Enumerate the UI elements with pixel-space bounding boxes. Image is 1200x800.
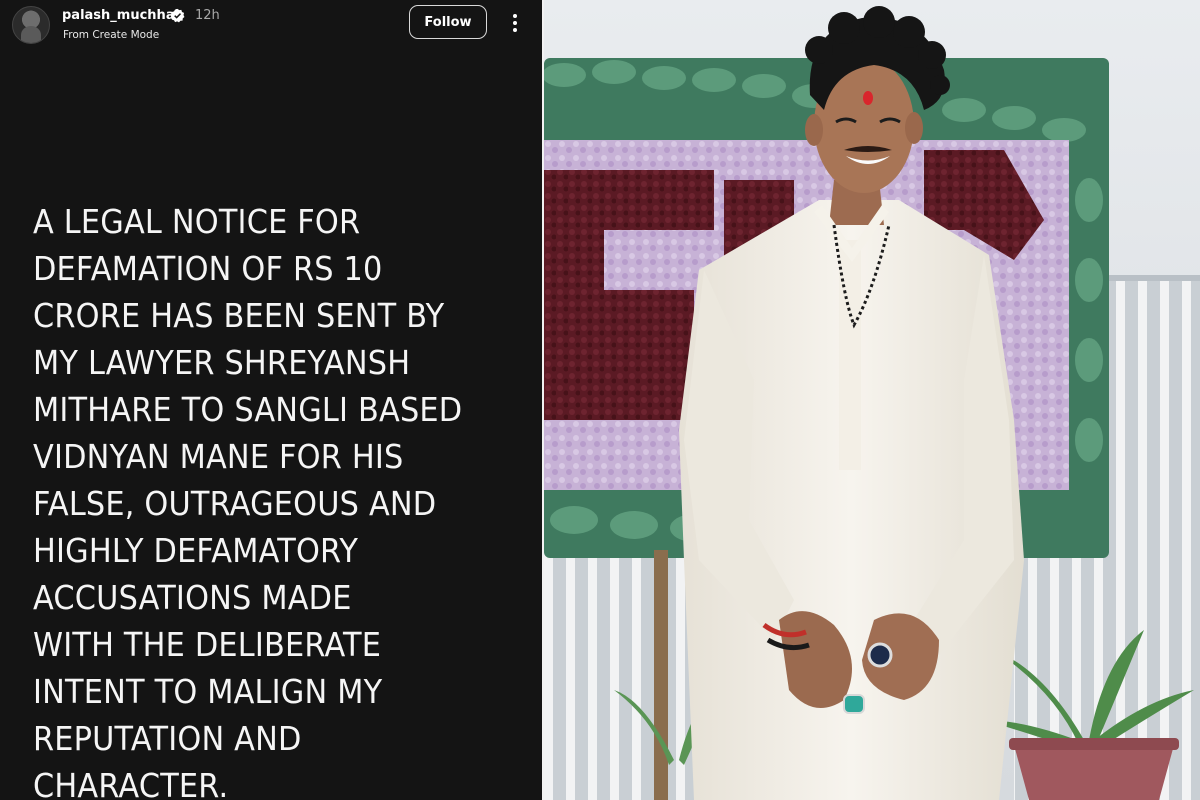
notice-line: REPUTATION AND — [33, 719, 302, 758]
notice-line: FALSE, OUTRAGEOUS AND — [33, 484, 437, 523]
notice-line: VIDNYAN MANE FOR HIS — [33, 437, 404, 476]
notice-line: HIGHLY DEFAMATORY — [33, 531, 359, 570]
legal-notice-text: A LEGAL NOTICE FOR DEFAMATION OF RS 10 C… — [33, 198, 493, 800]
verified-badge-icon — [170, 8, 185, 23]
story-header: palash_muchhal 12h From Create Mode Foll… — [0, 0, 542, 50]
notice-line: CRORE HAS BEEN SENT BY — [33, 296, 445, 335]
post-time: 12h — [195, 8, 220, 23]
notice-line: MY LAWYER SHREYANSH — [33, 343, 411, 382]
photo-scene — [544, 0, 1200, 800]
notice-line: DEFAMATION OF RS 10 — [33, 249, 383, 288]
notice-line: INTENT TO MALIGN MY — [33, 672, 383, 711]
create-mode-label: From Create Mode — [63, 29, 160, 41]
story-panel: palash_muchhal 12h From Create Mode Foll… — [0, 0, 542, 800]
notice-line: WITH THE DELIBERATE — [33, 625, 382, 664]
composite-image: palash_muchhal 12h From Create Mode Foll… — [0, 0, 1200, 800]
portrait-photo — [544, 0, 1200, 800]
profile-avatar[interactable] — [12, 6, 50, 44]
notice-line: ACCUSATIONS MADE — [33, 578, 352, 617]
follow-button[interactable]: Follow — [409, 5, 487, 39]
username[interactable]: palash_muchhal — [62, 8, 179, 23]
more-options-icon[interactable] — [505, 12, 525, 34]
notice-line: MITHARE TO SANGLI BASED — [33, 390, 463, 429]
notice-line: A LEGAL NOTICE FOR — [33, 202, 361, 241]
notice-line: CHARACTER. — [33, 766, 229, 800]
